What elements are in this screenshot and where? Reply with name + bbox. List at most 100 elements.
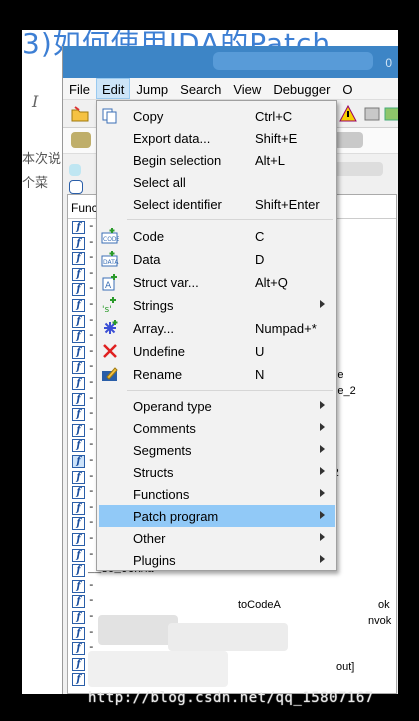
submenu-arrow-icon bbox=[320, 555, 325, 563]
menu-item-select-all[interactable]: Select all bbox=[99, 171, 335, 193]
function-icon: f bbox=[72, 564, 85, 578]
function-name: - bbox=[88, 408, 95, 421]
function-icon: f bbox=[72, 533, 85, 546]
menu-item-functions[interactable]: Functions bbox=[99, 483, 335, 505]
function-name: - bbox=[88, 501, 95, 514]
toolbar-icon[interactable] bbox=[383, 105, 398, 123]
article-text-line: 个菜 bbox=[22, 175, 49, 190]
toolbar-icon[interactable] bbox=[363, 105, 381, 123]
menu-item-code[interactable]: CODE Code C bbox=[99, 225, 335, 247]
menu-edit[interactable]: Edit bbox=[95, 78, 131, 99]
pixelated-region bbox=[88, 651, 228, 687]
menu-item-label: Plugins bbox=[133, 553, 176, 568]
function-name: - bbox=[88, 314, 95, 327]
submenu-arrow-icon bbox=[320, 511, 325, 519]
menu-item-label: Data bbox=[133, 252, 161, 267]
warning-icon[interactable] bbox=[339, 104, 357, 123]
menu-item-structs[interactable]: Structs bbox=[99, 461, 335, 483]
menu-jump[interactable]: Jump bbox=[130, 78, 174, 99]
menu-item-label: Structs bbox=[133, 465, 174, 480]
menu-item-label: Undefine bbox=[133, 344, 186, 359]
title-fragment: 0 bbox=[385, 56, 392, 70]
function-row[interactable]: f- bbox=[72, 595, 392, 609]
menu-item-undefine[interactable]: Undefine U bbox=[99, 340, 335, 362]
function-name: - bbox=[88, 299, 95, 311]
menu-item-copy[interactable]: Copy Ctrl+C bbox=[99, 105, 335, 127]
function-name: - bbox=[88, 548, 95, 561]
function-name: - bbox=[88, 611, 95, 623]
menu-item-label: Select identifier bbox=[133, 197, 222, 212]
menu-options[interactable]: O bbox=[336, 78, 358, 99]
edit-menu-dropdown: Copy Ctrl+C Export data... Shift+E Begin… bbox=[96, 100, 337, 571]
function-icon: f bbox=[72, 330, 85, 344]
function-icon: f bbox=[72, 423, 85, 437]
svg-text:CODE: CODE bbox=[103, 236, 119, 243]
function-icon: f bbox=[72, 595, 85, 609]
function-icon: f bbox=[72, 361, 85, 375]
menu-item-shortcut: Alt+Q bbox=[255, 275, 288, 290]
menu-item-plugins[interactable]: Plugins bbox=[99, 549, 335, 571]
menu-item-strings[interactable]: 's' Strings bbox=[99, 294, 335, 316]
submenu-arrow-icon bbox=[320, 401, 325, 409]
menu-item-label: Struct var... bbox=[133, 275, 199, 290]
menu-item-comments[interactable]: Comments bbox=[99, 417, 335, 439]
menu-file[interactable]: File bbox=[63, 78, 96, 99]
function-row[interactable]: f- bbox=[72, 579, 392, 594]
article-text-line: 本次说 bbox=[22, 151, 62, 166]
menu-item-segments[interactable]: Segments bbox=[99, 439, 335, 461]
function-name: - bbox=[88, 236, 95, 249]
menu-item-label: Array... bbox=[133, 321, 174, 336]
function-icon: f bbox=[72, 299, 85, 312]
function-icon: f bbox=[72, 252, 85, 266]
function-icon: f bbox=[72, 236, 85, 250]
menu-search[interactable]: Search bbox=[174, 78, 227, 99]
menu-item-shortcut: U bbox=[255, 344, 265, 359]
svg-text:A: A bbox=[105, 281, 112, 291]
row-fragment: nvok bbox=[368, 615, 392, 627]
submenu-arrow-icon bbox=[320, 467, 325, 475]
function-icon: f bbox=[72, 408, 85, 422]
menu-item-label: Functions bbox=[133, 487, 190, 502]
svg-text:'s': 's' bbox=[102, 305, 112, 314]
function-name: - bbox=[88, 579, 95, 592]
function-name: - bbox=[88, 377, 95, 389]
menu-item-label: Strings bbox=[133, 298, 174, 313]
function-icon: f bbox=[72, 548, 85, 562]
function-name: - bbox=[88, 392, 95, 405]
menu-item-export-data[interactable]: Export data... Shift+E bbox=[99, 127, 335, 149]
function-icon: f bbox=[72, 221, 85, 234]
submenu-arrow-icon bbox=[320, 489, 325, 497]
menu-item-struct-var[interactable]: A Struct var... Alt+Q bbox=[99, 271, 335, 293]
submenu-arrow-icon bbox=[320, 300, 325, 308]
menu-item-rename[interactable]: Rename N bbox=[99, 363, 335, 385]
menu-item-operand-type[interactable]: Operand type bbox=[99, 395, 335, 417]
menu-item-shortcut: C bbox=[255, 229, 265, 244]
menu-item-patch-program[interactable]: Patch program bbox=[99, 505, 335, 527]
menu-item-shortcut: Alt+L bbox=[255, 153, 285, 168]
function-name: - bbox=[88, 626, 95, 639]
menu-debugger[interactable]: Debugger bbox=[267, 78, 336, 99]
menu-item-array[interactable]: Array... Numpad+* bbox=[99, 317, 335, 339]
undefine-x-icon bbox=[101, 342, 119, 360]
menu-item-label: Export data... bbox=[133, 131, 211, 146]
menu-item-data[interactable]: DATA Data D bbox=[99, 248, 335, 270]
menu-item-label: Patch program bbox=[133, 509, 219, 524]
watermark-text: http://blog.csdn.net/qq_15807167 bbox=[88, 690, 374, 706]
function-icon: f bbox=[72, 377, 85, 390]
menu-item-label: Code bbox=[133, 229, 165, 244]
open-folder-icon[interactable] bbox=[71, 105, 89, 123]
data-icon: DATA bbox=[101, 250, 119, 268]
menu-item-other[interactable]: Other bbox=[99, 527, 335, 549]
function-icon: f bbox=[72, 501, 85, 515]
functions-tab-icon[interactable] bbox=[69, 180, 83, 194]
copy-icon bbox=[101, 107, 119, 125]
function-icon: f bbox=[72, 517, 85, 531]
menu-item-select-identifier[interactable]: Select identifier Shift+Enter bbox=[99, 193, 335, 215]
menu-item-begin-selection[interactable]: Begin selection Alt+L bbox=[99, 149, 335, 171]
function-name: - bbox=[88, 221, 95, 233]
function-name: - bbox=[88, 486, 95, 499]
menu-item-shortcut: Shift+Enter bbox=[255, 197, 320, 212]
italic-format-icon[interactable]: I bbox=[32, 92, 38, 111]
menu-view[interactable]: View bbox=[227, 78, 267, 99]
function-icon: f bbox=[72, 673, 85, 687]
